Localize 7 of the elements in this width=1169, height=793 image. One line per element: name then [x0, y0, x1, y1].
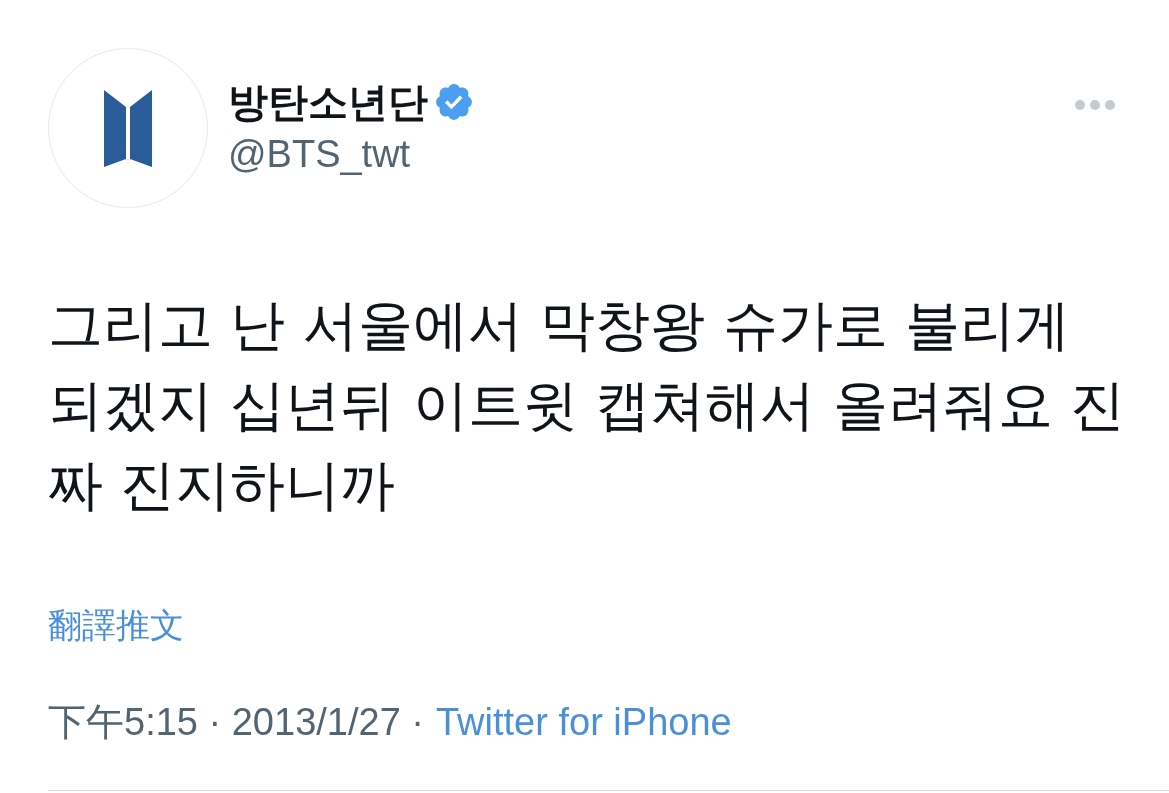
tweet-text: 그리고 난 서울에서 막창왕 슈가로 불리게 되겠지 십년뒤 이트윗 캡쳐해서 올려줘요 진짜 진지하니까	[48, 292, 1127, 519]
timestamp[interactable]: 下午5:15 · 2013/1/27 ·	[48, 698, 424, 746]
source-link[interactable]: Twitter for iPhone	[436, 698, 732, 746]
display-name[interactable]: 방탄소년단	[228, 76, 428, 128]
translate-link[interactable]: 翻譯推文	[48, 603, 184, 647]
username-handle[interactable]: @BTS_twt	[228, 128, 411, 180]
logo-icon	[104, 89, 152, 167]
